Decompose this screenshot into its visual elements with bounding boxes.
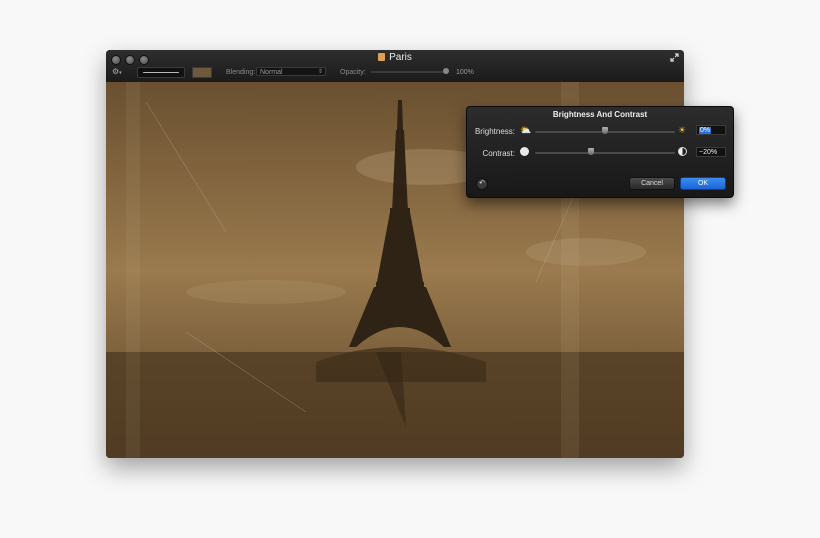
- contrast-value-field[interactable]: −20%: [696, 147, 726, 157]
- brightness-value-field[interactable]: 0%: [696, 125, 726, 135]
- window-title-text: Paris: [389, 52, 412, 63]
- low-contrast-icon: [520, 147, 529, 156]
- document-icon: [378, 53, 386, 61]
- contrast-slider[interactable]: [535, 152, 675, 154]
- title-bar: Paris ⚙▾ Blending: Normal ⇕ Opacity: 100…: [106, 50, 684, 83]
- brightness-label: Brightness:: [474, 127, 515, 136]
- color-swatch[interactable]: [192, 67, 212, 78]
- window-title: Paris: [106, 52, 684, 63]
- opacity-value: 100%: [456, 69, 474, 76]
- brightness-value: 0%: [699, 127, 712, 134]
- fullscreen-icon[interactable]: [670, 53, 679, 65]
- high-contrast-icon: [678, 147, 687, 156]
- reset-icon[interactable]: ↶: [476, 178, 488, 190]
- toolbar: ⚙▾ Blending: Normal ⇕ Opacity: 100%: [106, 66, 684, 80]
- blending-select[interactable]: Normal ⇕: [256, 67, 326, 76]
- gear-icon[interactable]: ⚙▾: [112, 67, 122, 76]
- contrast-slider-thumb[interactable]: [588, 148, 594, 155]
- brightness-slider-thumb[interactable]: [602, 127, 608, 134]
- cloudy-sun-icon: ⛅: [520, 125, 532, 135]
- opacity-label: Opacity:: [340, 69, 366, 76]
- panel-title: Brightness And Contrast: [552, 110, 648, 119]
- sun-icon: ☀: [678, 125, 687, 135]
- opacity-slider[interactable]: [371, 71, 449, 73]
- stepper-arrows-icon: ⇕: [317, 69, 323, 75]
- brightness-contrast-panel: Brightness And Contrast Brightness: ⛅ ☀ …: [466, 106, 734, 198]
- cancel-button[interactable]: Cancel: [629, 177, 675, 190]
- blending-label: Blending:: [226, 69, 256, 76]
- blending-select-value: Normal: [260, 69, 283, 76]
- brush-preview[interactable]: [137, 67, 185, 78]
- contrast-label: Contrast:: [482, 149, 515, 158]
- contrast-value: −20%: [699, 149, 718, 156]
- ok-button[interactable]: OK: [680, 177, 726, 190]
- opacity-slider-thumb[interactable]: [443, 68, 449, 74]
